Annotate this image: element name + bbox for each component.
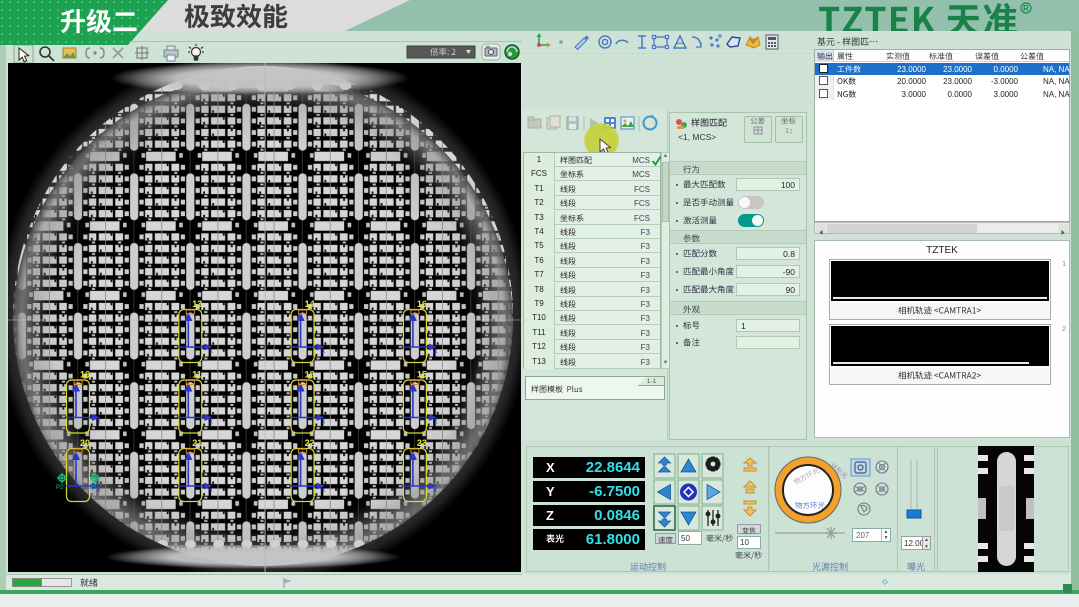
svg-text:x: x bbox=[434, 348, 438, 355]
svg-text:20: 20 bbox=[80, 438, 90, 448]
svg-text:23: 23 bbox=[417, 438, 427, 448]
svg-text:x: x bbox=[209, 487, 213, 494]
svg-text:11: 11 bbox=[192, 370, 202, 380]
svg-text:16: 16 bbox=[417, 299, 427, 309]
svg-text:P2: P2 bbox=[89, 485, 97, 491]
svg-text:x: x bbox=[209, 348, 213, 355]
svg-text:x: x bbox=[322, 419, 326, 426]
svg-text:15: 15 bbox=[417, 370, 427, 380]
svg-text:P2: P2 bbox=[56, 485, 64, 491]
svg-text:x: x bbox=[434, 487, 438, 494]
svg-text:21: 21 bbox=[192, 438, 202, 448]
svg-text:x: x bbox=[97, 487, 101, 494]
svg-text:x: x bbox=[322, 487, 326, 494]
svg-text:x: x bbox=[209, 419, 213, 426]
svg-text:R: R bbox=[1023, 4, 1029, 13]
svg-text:16: 16 bbox=[80, 370, 90, 380]
svg-text:22: 22 bbox=[305, 438, 315, 448]
svg-text:x: x bbox=[434, 419, 438, 426]
svg-text:x: x bbox=[97, 419, 101, 426]
svg-text:x: x bbox=[322, 348, 326, 355]
svg-text:14: 14 bbox=[305, 299, 315, 309]
svg-text:13: 13 bbox=[192, 299, 202, 309]
svg-text:18: 18 bbox=[305, 370, 315, 380]
